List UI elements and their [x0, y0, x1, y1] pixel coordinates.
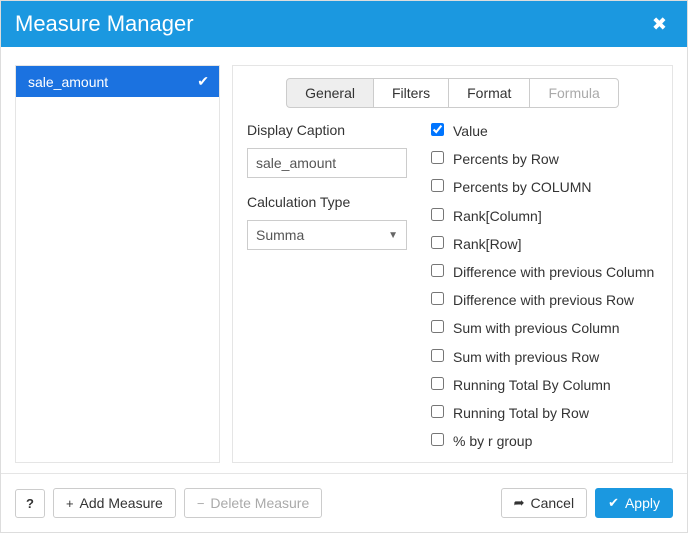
- dialog-footer: ? + Add Measure − Delete Measure ➦ Cance…: [1, 473, 687, 532]
- option-checkbox-percents-column[interactable]: [431, 179, 444, 192]
- delete-measure-button: − Delete Measure: [184, 488, 322, 518]
- close-icon[interactable]: ✖: [646, 14, 673, 35]
- option-row: Rank[Column]: [427, 207, 656, 225]
- footer-right: ➦ Cancel ✔ Apply: [501, 488, 673, 518]
- option-checkbox-percent-r-group[interactable]: [431, 433, 444, 446]
- apply-label: Apply: [625, 495, 660, 511]
- general-panel: Display Caption Calculation Type Summa ▼…: [233, 122, 672, 452]
- tab-general[interactable]: General: [286, 78, 374, 108]
- option-label: Difference with previous Row: [453, 291, 634, 309]
- option-row: Rank[Row]: [427, 235, 656, 253]
- dialog-body: sale_amount ✔ General Filters Format For…: [1, 47, 687, 473]
- display-caption-input[interactable]: [247, 148, 407, 178]
- option-label: Sum with previous Column: [453, 319, 620, 337]
- option-checkbox-percents-row[interactable]: [431, 151, 444, 164]
- apply-button[interactable]: ✔ Apply: [595, 488, 673, 518]
- option-label: Sum with previous Row: [453, 348, 599, 366]
- option-row: % by r group: [427, 432, 656, 450]
- option-row: Percents by COLUMN: [427, 178, 656, 196]
- option-row: Running Total By Column: [427, 376, 656, 394]
- option-checkbox-rank-row[interactable]: [431, 236, 444, 249]
- footer-left: ? + Add Measure − Delete Measure: [15, 488, 322, 518]
- add-measure-label: Add Measure: [80, 495, 163, 511]
- option-row: Sum with previous Row: [427, 348, 656, 366]
- add-measure-button[interactable]: + Add Measure: [53, 488, 176, 518]
- option-label: Percents by Row: [453, 150, 559, 168]
- sidebar-item-sale-amount[interactable]: sale_amount ✔: [16, 66, 219, 97]
- calc-type-value: Summa: [256, 227, 304, 243]
- check-icon: ✔: [197, 73, 209, 90]
- help-button[interactable]: ?: [15, 489, 45, 518]
- option-row: Difference with previous Column: [427, 263, 656, 281]
- dialog-title: Measure Manager: [15, 11, 194, 37]
- measure-manager-dialog: Measure Manager ✖ sale_amount ✔ General …: [0, 0, 688, 533]
- measure-list: sale_amount ✔: [15, 65, 220, 463]
- option-label: % by r group: [453, 432, 532, 450]
- tab-filters[interactable]: Filters: [373, 78, 449, 108]
- help-icon: ?: [26, 496, 34, 511]
- option-label: Value: [453, 122, 488, 140]
- option-checkbox-running-total-column[interactable]: [431, 377, 444, 390]
- calc-type-label: Calculation Type: [247, 194, 407, 210]
- option-checkbox-diff-prev-row[interactable]: [431, 292, 444, 305]
- tab-bar: General Filters Format Formula: [233, 78, 672, 122]
- option-row: Running Total by Row: [427, 404, 656, 422]
- main-panel: General Filters Format Formula Display C…: [232, 65, 673, 463]
- cancel-label: Cancel: [530, 495, 574, 511]
- delete-measure-label: Delete Measure: [210, 495, 309, 511]
- display-caption-label: Display Caption: [247, 122, 407, 138]
- option-label: Rank[Row]: [453, 235, 521, 253]
- tab-format[interactable]: Format: [448, 78, 530, 108]
- option-checkbox-running-total-row[interactable]: [431, 405, 444, 418]
- option-row: Value: [427, 122, 656, 140]
- form-column: Display Caption Calculation Type Summa ▼: [247, 122, 407, 452]
- plus-icon: +: [66, 496, 74, 511]
- sidebar-item-label: sale_amount: [28, 74, 108, 90]
- option-checkbox-value[interactable]: [431, 123, 444, 136]
- option-row: Sum with previous Column: [427, 319, 656, 337]
- minus-icon: −: [197, 496, 205, 511]
- share-icon: ➦: [514, 495, 525, 511]
- cancel-button[interactable]: ➦ Cancel: [501, 488, 588, 518]
- tab-formula: Formula: [529, 78, 618, 108]
- options-column[interactable]: Value Percents by Row Percents by COLUMN…: [427, 122, 662, 452]
- check-icon: ✔: [608, 495, 619, 511]
- option-label: Running Total by Row: [453, 404, 589, 422]
- option-label: Rank[Column]: [453, 207, 542, 225]
- option-label: Running Total By Column: [453, 376, 611, 394]
- option-checkbox-rank-column[interactable]: [431, 208, 444, 221]
- option-label: Difference with previous Column: [453, 263, 654, 281]
- option-checkbox-diff-prev-column[interactable]: [431, 264, 444, 277]
- option-label: Percents by COLUMN: [453, 178, 591, 196]
- dialog-header: Measure Manager ✖: [1, 1, 687, 47]
- option-checkbox-sum-prev-row[interactable]: [431, 349, 444, 362]
- option-row: Difference with previous Row: [427, 291, 656, 309]
- option-checkbox-sum-prev-column[interactable]: [431, 320, 444, 333]
- chevron-down-icon: ▼: [388, 230, 398, 241]
- option-row: Percents by Row: [427, 150, 656, 168]
- calc-type-select[interactable]: Summa ▼: [247, 220, 407, 250]
